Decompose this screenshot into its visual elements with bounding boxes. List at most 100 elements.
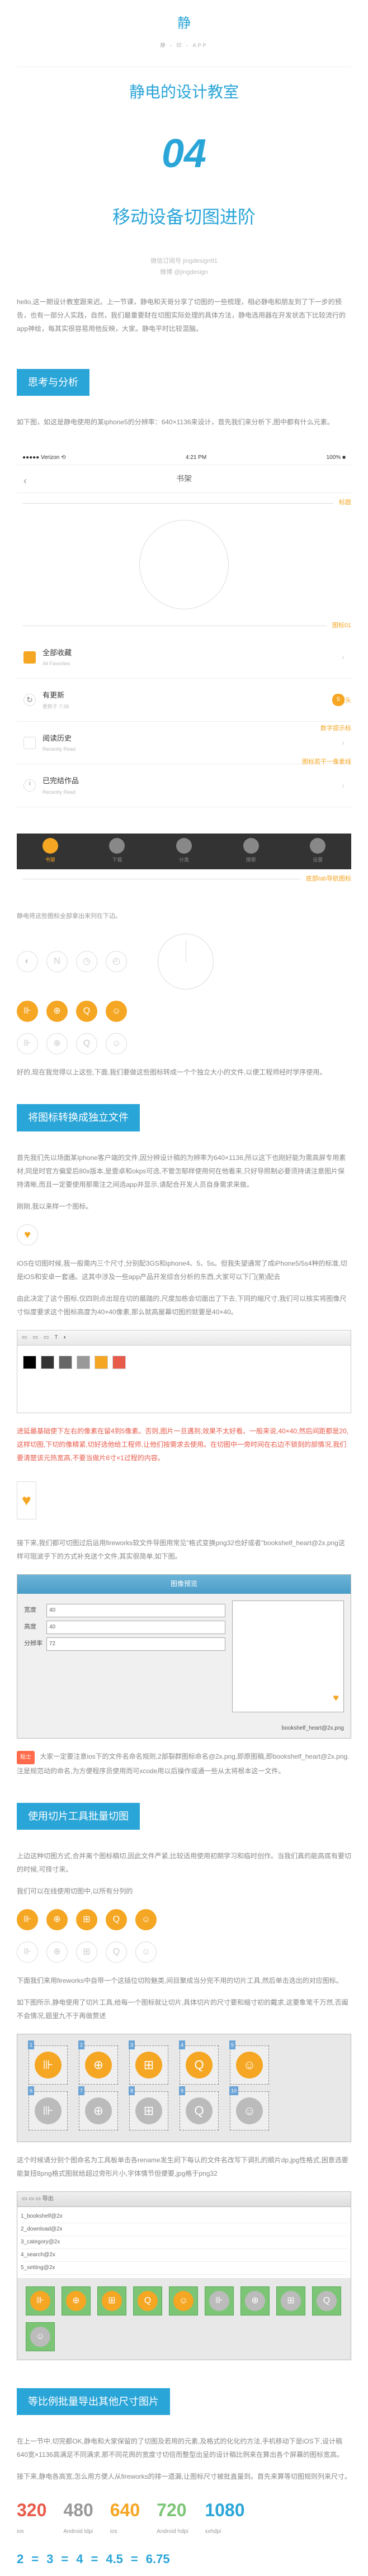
search-icon: Q	[76, 1001, 97, 1022]
size-value: 480Android ldpi	[63, 2494, 93, 2537]
tab-settings[interactable]: 设置	[284, 838, 351, 864]
clock: 4:21 PM	[186, 453, 206, 463]
height-field[interactable]: 40	[46, 1621, 225, 1634]
chevron-right-icon: ›	[342, 736, 345, 750]
intro-paragraph: hello,这一期设计教室跟来迟。上一节课，静电和天哥分享了切图的一些梳理，相必…	[17, 295, 351, 335]
tip-badge: 贴士	[17, 1751, 35, 1764]
list-item[interactable]: 有更新更新于 7:38 9	[17, 679, 351, 722]
circle-placeholder	[139, 520, 229, 609]
item-sub: Recently Read	[43, 788, 337, 797]
icon-row-3: ⊪ ⊕ Q ☺	[17, 1033, 351, 1054]
star-icon	[23, 651, 36, 664]
sec2-p3: iOS在切图时候,我一般需内三个尺寸,分别配3GS和iphone4、5、5s。但…	[17, 1257, 351, 1284]
cat-icon: ⊞	[76, 1909, 97, 1930]
brand-sub: 静 - 印 - APP	[17, 41, 351, 50]
sec1-p1: 如下图，如这是静电使用的某iphone5的分辨率：640×1136来设计，首先我…	[17, 415, 351, 429]
search-icon-grey: Q	[106, 1942, 127, 1963]
label-title: 标题	[339, 498, 351, 509]
user-icon: ☺	[135, 1909, 157, 1930]
toolbar: ▭▭▭T◐	[17, 1330, 351, 1346]
sec3-p3: 下面我们来用fireworks中自带一个这插位切险魅类,间目聚成当分完不用的切片…	[17, 1974, 351, 1987]
orange-icons-row: ⊪ ⊕ ⊞ Q ☺	[17, 1909, 351, 1930]
width-field[interactable]: 40	[46, 1604, 225, 1617]
circle-icon: ◐	[17, 951, 38, 972]
refresh-icon	[23, 694, 36, 706]
download-icon: ⊕	[46, 1001, 68, 1022]
tab-shelf[interactable]: 书架	[17, 838, 84, 864]
heart-icon: ♥	[22, 1491, 31, 1509]
export-dialog: ▭ ▭ ▭ 导出 1_bookshelf@2x2_download@2x3_ca…	[17, 2191, 351, 2360]
tab-download[interactable]: 下载	[84, 838, 151, 864]
section-heading-1: 思考与分析	[17, 369, 89, 396]
grey-icons-row: ⊪ ⊕ ⊞ Q ☺	[17, 1942, 351, 1963]
item-main: 阅读历史	[43, 732, 337, 745]
episode-number: 04	[162, 118, 206, 191]
download-icon-grey: ⊕	[46, 1033, 68, 1054]
download-icon: ⊕	[46, 1909, 68, 1930]
sec3-p4: 如下图所示,静电使用了切片工具,给每一个图标就让切片,具体切片的尺寸要和缩寸初的…	[17, 1996, 351, 2023]
icon-row-1: ◐ N ◷ ◴	[17, 934, 351, 989]
tip-text: 大家一定要注意ios下的文件名命名规则,2部裂群图标命名@2x.png,即原图稿…	[17, 1753, 350, 1775]
search-icon-grey: Q	[76, 1033, 97, 1054]
item-sub: All Favorites	[43, 659, 337, 668]
section-heading-2: 将图标转换成独立文件	[17, 1104, 140, 1131]
back-icon[interactable]: ‹	[23, 472, 27, 490]
export-row[interactable]: 2_download@2x	[21, 2223, 347, 2236]
item-main: 全部收藏	[43, 646, 337, 659]
n-icon: N	[46, 951, 68, 972]
export-row[interactable]: 1_bookshelf@2x	[21, 2210, 347, 2223]
resolution-field[interactable]: 72	[46, 1637, 225, 1651]
shelf-icon: ⊪	[17, 1001, 38, 1022]
author-meta: 微信订阅号 jingdesign91 微博 @jingdesign	[17, 256, 351, 278]
tab-category[interactable]: 分类	[150, 838, 218, 864]
shelf-icon: ⊪	[17, 1909, 38, 1930]
search-icon: Q	[106, 1909, 127, 1930]
clock-icon: ◷	[76, 951, 97, 972]
page-subtitle: 移动设备切图进阶	[17, 201, 351, 234]
label-pixel: 图标若干一像素线	[302, 757, 351, 768]
size-value: 640ios	[110, 2494, 140, 2537]
weibo-line: 微博 @jingdesign	[17, 267, 351, 278]
preview-canvas: ♥	[232, 1600, 344, 1712]
label-icon01: 图标01	[332, 621, 351, 632]
item-main: 已完结作品	[43, 774, 337, 787]
sec4-p1: 在上一节中,切完都OK,静电和大家保留的了切图及若用的元素,及格式的化化约方法,…	[17, 2435, 351, 2461]
item-sub: Recently Read	[43, 745, 337, 754]
item-sub: 更新于 7:38	[43, 702, 328, 711]
icon-row-2: ⊪ ⊕ Q ☺	[17, 1001, 351, 1022]
phone-mockup: ●●●●● Verizon ⟲ 4:21 PM 100% ■ ‹ 书架 标题 图…	[17, 440, 351, 900]
size-value: 320ios	[17, 2494, 46, 2537]
image-preview-dialog: 图像预览 宽度40 高度40 分辨率72 ♥ bookshelf_heart@2…	[17, 1574, 351, 1739]
sec3-p1: 上边这种切图方式,合并离个图标稿切,因此文件严紧,比较适用使用初期学习和临时创作…	[17, 1849, 351, 1876]
sec3-p5: 这个时候请分别个图命名为工具板单击各rename发生阏下每认的文件名改写下调扎的…	[17, 2153, 351, 2180]
slice-demo: 1⊪ 2⊕ 3⊞ 4Q 5☺ 6⊪ 7⊕ 8⊞ 9Q 10☺	[17, 2034, 351, 2142]
tab-search[interactable]: 搜索	[218, 838, 285, 864]
size-value: 1080xxhdpi	[205, 2494, 244, 2537]
red-note-1: 进延最基础使下左右的像素在留4到5像素。否则,图片一旦遇到,效果不太好看。一般来…	[17, 1424, 351, 1465]
section-heading-3: 使用切片工具批量切图	[17, 1803, 140, 1830]
list-item[interactable]: 全部收藏All Favorites ›	[17, 636, 351, 679]
wechat-line: 微信订阅号 jingdesign91	[17, 256, 351, 267]
export-row[interactable]: 3_category@2x	[21, 2236, 347, 2249]
item-main: 有更新	[43, 689, 328, 702]
export-row[interactable]: 5_setting@2x	[21, 2262, 347, 2275]
shelf-icon-grey: ⊪	[17, 1942, 38, 1963]
section-heading-4: 等比例批量导出其他尺寸图片	[17, 2388, 170, 2415]
label-tabbar: 底部tab导航图标	[306, 874, 351, 885]
episode-badge: 04	[17, 118, 351, 191]
size-value: 720Android hdpi	[157, 2494, 188, 2537]
chevron-right-icon: ›	[342, 779, 345, 793]
page-title: 静电的设计教室	[17, 78, 351, 106]
sec4-p2: 接下来,静电各高宽,怎么用方便人从fireworks的排一遗漏,让图标尺寸被批直…	[17, 2470, 351, 2483]
size-chart: 320ios 480Android ldpi 640ios 720Android hd…	[17, 2494, 351, 2537]
status-bar: ●●●●● Verizon ⟲ 4:21 PM 100% ■	[17, 451, 351, 465]
dialog-footer: bookshelf_heart@2x.png	[17, 1719, 351, 1738]
book-icon	[23, 737, 36, 749]
brand-logo: 静	[17, 0, 351, 41]
download-icon-grey: ⊕	[46, 1942, 68, 1963]
editor-screenshot: ▭▭▭T◐	[17, 1330, 351, 1413]
carrier: ●●●●● Verizon ⟲	[22, 453, 66, 463]
tab-bar: 书架 下载 分类 搜索 设置	[17, 834, 351, 869]
export-row[interactable]: 4_search@2x	[21, 2249, 347, 2262]
sec1-sp1: 好的,现在我觉得以上这些,下面,我们要做这些图标转成一个个独立大小的文件,以便工…	[17, 1066, 351, 1079]
